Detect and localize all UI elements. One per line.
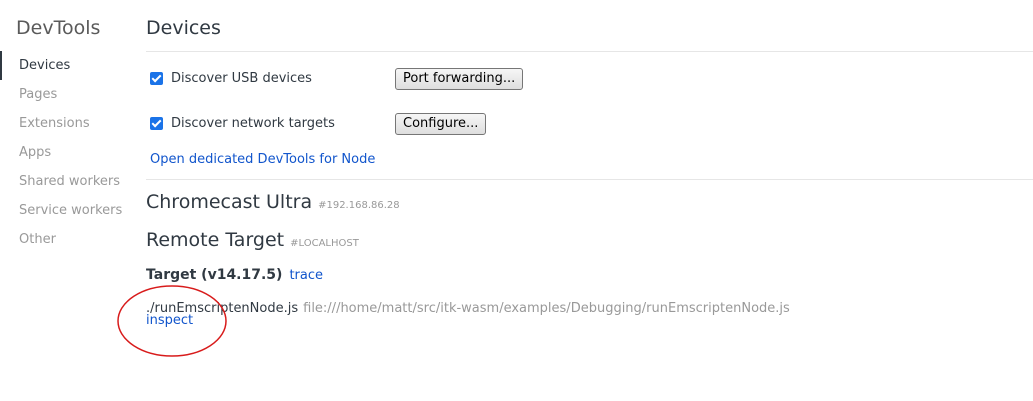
device-serial: #LOCALHOST	[290, 238, 359, 249]
device-name: Chromecast Ultra	[146, 191, 313, 213]
device-remote-target: Remote Target #LOCALHOST	[146, 229, 359, 251]
node-devtools-link[interactable]: Open dedicated DevTools for Node	[150, 152, 375, 167]
page-title: Devices	[146, 17, 221, 39]
target-item: ./runEmscriptenNode.js file:///home/matt/…	[146, 297, 790, 316]
discover-network-checkbox[interactable]	[150, 117, 163, 130]
sidebar-item-apps[interactable]: Apps	[0, 138, 130, 167]
target-url: file:///home/matt/src/itk-wasm/examples/…	[303, 301, 790, 316]
inspect-link[interactable]: inspect	[146, 313, 193, 328]
device-name: Remote Target	[146, 229, 285, 251]
device-serial: #192.168.86.28	[318, 200, 400, 211]
divider	[146, 51, 1033, 52]
usb-discovery-row: Discover USB devices Port forwarding...	[150, 68, 750, 90]
sidebar-item-shared-workers[interactable]: Shared workers	[0, 167, 130, 196]
target-header: Target (v14.17.5) trace	[146, 267, 323, 283]
sidebar-item-other[interactable]: Other	[0, 225, 130, 254]
divider	[146, 179, 1033, 180]
port-forwarding-button[interactable]: Port forwarding...	[395, 68, 524, 90]
discover-usb-label: Discover USB devices	[171, 71, 312, 86]
sidebar-item-service-workers[interactable]: Service workers	[0, 196, 130, 225]
target-title: Target (v14.17.5)	[146, 267, 283, 283]
sidebar-item-pages[interactable]: Pages	[0, 80, 130, 109]
sidebar-item-devices[interactable]: Devices	[0, 51, 130, 80]
discover-network-label: Discover network targets	[171, 116, 335, 131]
app-title: DevTools	[16, 17, 101, 39]
main-panel: Devices Discover USB devices Port forwar…	[146, 0, 1033, 401]
sidebar: DevTools Devices Pages Extensions Apps S…	[0, 0, 130, 401]
sidebar-nav: Devices Pages Extensions Apps Shared wor…	[0, 51, 130, 254]
sidebar-item-extensions[interactable]: Extensions	[0, 109, 130, 138]
network-discovery-row: Discover network targets Configure...	[150, 113, 750, 135]
configure-button[interactable]: Configure...	[395, 113, 487, 135]
trace-link[interactable]: trace	[289, 268, 323, 283]
device-chromecast: Chromecast Ultra #192.168.86.28	[146, 191, 400, 213]
discover-usb-checkbox[interactable]	[150, 72, 163, 85]
